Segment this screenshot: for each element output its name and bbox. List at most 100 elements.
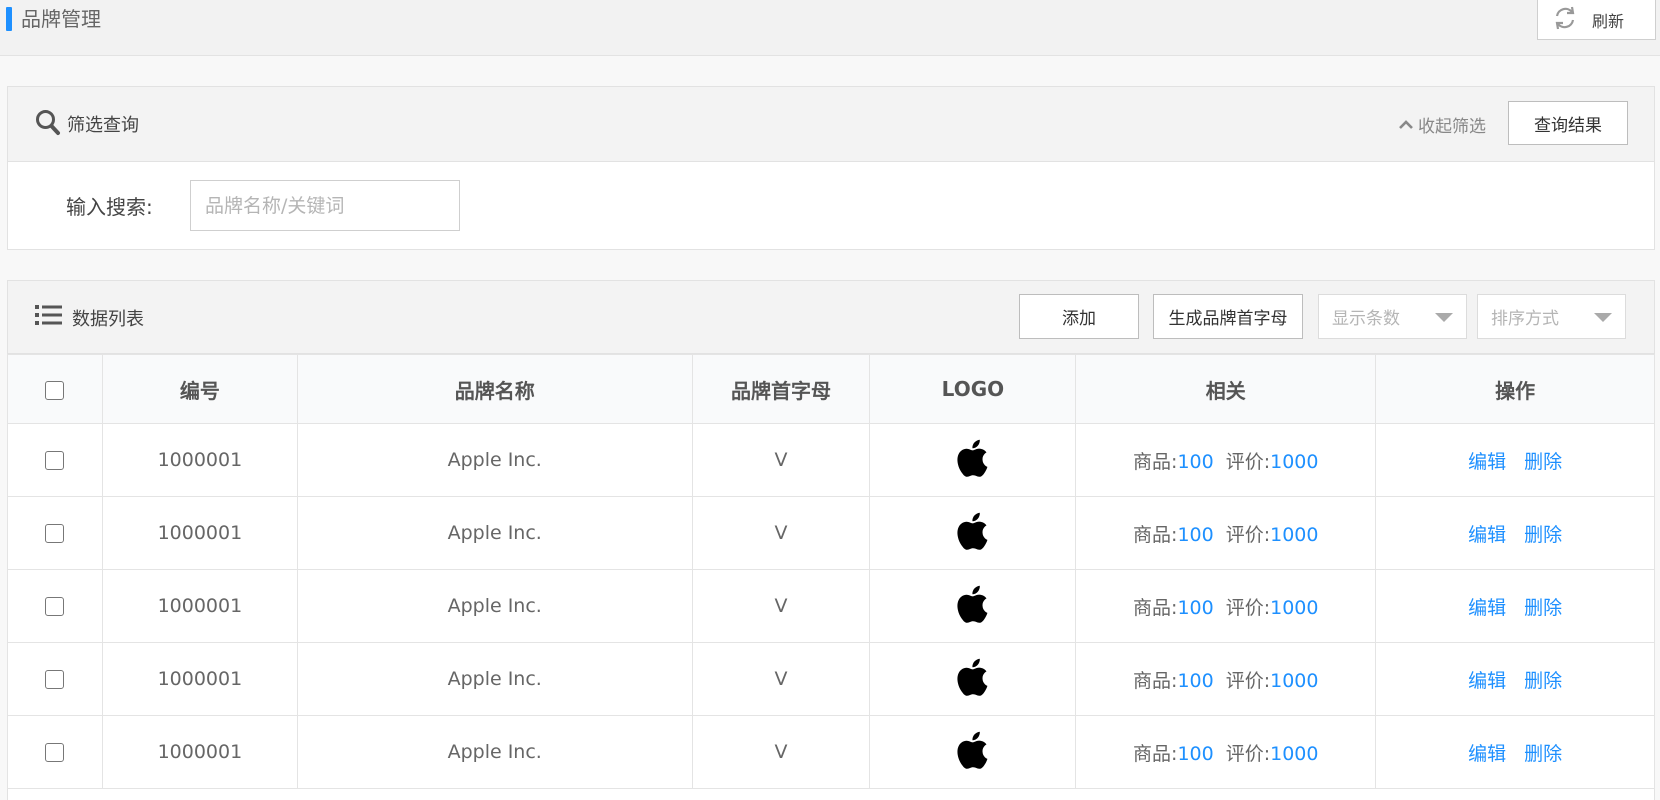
goods-count-link[interactable]: 100	[1177, 670, 1213, 692]
edit-link[interactable]: 编辑	[1468, 524, 1506, 546]
brand-letter-cell: V	[691, 642, 871, 716]
add-brand-button[interactable]: 添加	[1019, 294, 1139, 339]
reviews-count-link[interactable]: 1000	[1270, 670, 1318, 692]
reviews-count-link[interactable]: 1000	[1270, 743, 1318, 765]
table-row: 1000001 Apple Inc. V 商品:100 评价:1000 编辑 删除	[7, 715, 1655, 789]
filter-title: 筛选查询	[67, 115, 139, 136]
table-row: 1000001 Apple Inc. V 商品:100 评价:1000 编辑 删除	[7, 642, 1655, 716]
reviews-count-link[interactable]: 1000	[1270, 451, 1318, 473]
collapse-filter-toggle[interactable]: 收起筛选	[1398, 112, 1486, 137]
chevron-up-icon	[1398, 115, 1414, 135]
related-cell: 商品:100 评价:1000	[1075, 715, 1377, 789]
list-panel-header: 数据列表 添加 生成品牌首字母 显示条数 排序方式	[8, 281, 1654, 354]
related-cell: 商品:100 评价:1000	[1075, 496, 1377, 570]
goods-label: 商品:	[1133, 450, 1178, 473]
row-select-cell	[7, 496, 103, 570]
reviews-label: 评价:	[1225, 596, 1271, 619]
goods-count-link[interactable]: 100	[1177, 743, 1213, 765]
delete-link[interactable]: 删除	[1524, 451, 1562, 473]
brand-logo-cell	[869, 423, 1077, 497]
brand-id-cell: 1000001	[101, 569, 298, 643]
reviews-label: 评价:	[1225, 523, 1271, 546]
reviews-count-link[interactable]: 1000	[1270, 524, 1318, 546]
actions-cell: 编辑 删除	[1375, 642, 1655, 716]
brand-logo-cell	[869, 569, 1077, 643]
query-results-button[interactable]: 查询结果	[1508, 101, 1628, 145]
apple-logo-icon	[953, 585, 993, 631]
title-accent-bar	[6, 7, 12, 31]
edit-link[interactable]: 编辑	[1468, 670, 1506, 692]
delete-link[interactable]: 删除	[1524, 670, 1562, 692]
sort-select[interactable]: 排序方式	[1477, 294, 1626, 339]
delete-link[interactable]: 删除	[1524, 743, 1562, 765]
brand-id-cell: 1000001	[101, 715, 298, 789]
brand-id-cell: 1000001	[101, 642, 298, 716]
goods-label: 商品:	[1133, 742, 1178, 765]
reviews-count-link[interactable]: 1000	[1270, 597, 1318, 619]
caret-down-icon	[1594, 313, 1612, 322]
edit-link[interactable]: 编辑	[1468, 597, 1506, 619]
generate-initials-button[interactable]: 生成品牌首字母	[1153, 294, 1303, 339]
goods-count-link[interactable]: 100	[1177, 597, 1213, 619]
related-cell: 商品:100 评价:1000	[1075, 569, 1377, 643]
top-bar: 品牌管理 刷新	[0, 0, 1660, 56]
brand-name-cell: Apple Inc.	[296, 715, 693, 789]
brand-search-input[interactable]	[190, 180, 460, 231]
page-size-select[interactable]: 显示条数	[1318, 294, 1467, 339]
select-all-cell	[7, 354, 103, 424]
row-checkbox[interactable]	[45, 597, 65, 616]
brand-logo-cell	[869, 715, 1077, 789]
edit-link[interactable]: 编辑	[1468, 743, 1506, 765]
filter-panel: 筛选查询 收起筛选 查询结果 输入搜索:	[7, 86, 1655, 250]
search-label: 输入搜索:	[66, 195, 153, 219]
brand-table: 编号 品牌名称 品牌首字母 LOGO 相关 操作 1000001 Apple In…	[7, 354, 1655, 789]
brand-id-cell: 1000001	[101, 423, 298, 497]
refresh-button[interactable]: 刷新	[1537, 0, 1656, 40]
brand-letter-cell: V	[691, 715, 871, 789]
row-checkbox[interactable]	[45, 743, 65, 762]
goods-label: 商品:	[1133, 523, 1178, 546]
row-checkbox[interactable]	[45, 670, 65, 689]
page-size-select-label: 显示条数	[1332, 309, 1400, 329]
actions-cell: 编辑 删除	[1375, 569, 1655, 643]
apple-logo-icon	[953, 439, 993, 485]
apple-logo-icon	[953, 731, 993, 777]
brand-name-cell: Apple Inc.	[296, 496, 693, 570]
filter-panel-header: 筛选查询 收起筛选 查询结果	[8, 87, 1654, 162]
row-checkbox[interactable]	[45, 524, 65, 543]
column-header-id: 编号	[101, 354, 298, 424]
column-header-name: 品牌名称	[296, 354, 693, 424]
actions-cell: 编辑 删除	[1375, 496, 1655, 570]
goods-label: 商品:	[1133, 596, 1178, 619]
brand-name-cell: Apple Inc.	[296, 569, 693, 643]
edit-link[interactable]: 编辑	[1468, 451, 1506, 473]
table-row: 1000001 Apple Inc. V 商品:100 评价:1000 编辑 删除	[7, 423, 1655, 497]
reviews-label: 评价:	[1225, 742, 1271, 765]
brand-id-cell: 1000001	[101, 496, 298, 570]
goods-count-link[interactable]: 100	[1177, 524, 1213, 546]
delete-link[interactable]: 删除	[1524, 597, 1562, 619]
row-select-cell	[7, 715, 103, 789]
brand-name-cell: Apple Inc.	[296, 642, 693, 716]
data-list-panel: 数据列表 添加 生成品牌首字母 显示条数 排序方式 编号 品牌名称 品牌首字母 …	[7, 280, 1655, 800]
row-select-cell	[7, 569, 103, 643]
search-icon	[35, 109, 61, 141]
related-cell: 商品:100 评价:1000	[1075, 423, 1377, 497]
row-select-cell	[7, 423, 103, 497]
actions-cell: 编辑 删除	[1375, 715, 1655, 789]
delete-link[interactable]: 删除	[1524, 524, 1562, 546]
page-title: 品牌管理	[21, 7, 101, 31]
apple-logo-icon	[953, 512, 993, 558]
actions-cell: 编辑 删除	[1375, 423, 1655, 497]
goods-label: 商品:	[1133, 669, 1178, 692]
table-row: 1000001 Apple Inc. V 商品:100 评价:1000 编辑 删除	[7, 569, 1655, 643]
collapse-filter-label: 收起筛选	[1418, 117, 1486, 137]
reviews-label: 评价:	[1225, 669, 1271, 692]
list-title: 数据列表	[72, 309, 144, 330]
brand-letter-cell: V	[691, 423, 871, 497]
goods-count-link[interactable]: 100	[1177, 451, 1213, 473]
column-header-actions: 操作	[1375, 354, 1655, 424]
select-all-checkbox[interactable]	[45, 381, 65, 400]
row-checkbox[interactable]	[45, 451, 65, 470]
related-cell: 商品:100 评价:1000	[1075, 642, 1377, 716]
